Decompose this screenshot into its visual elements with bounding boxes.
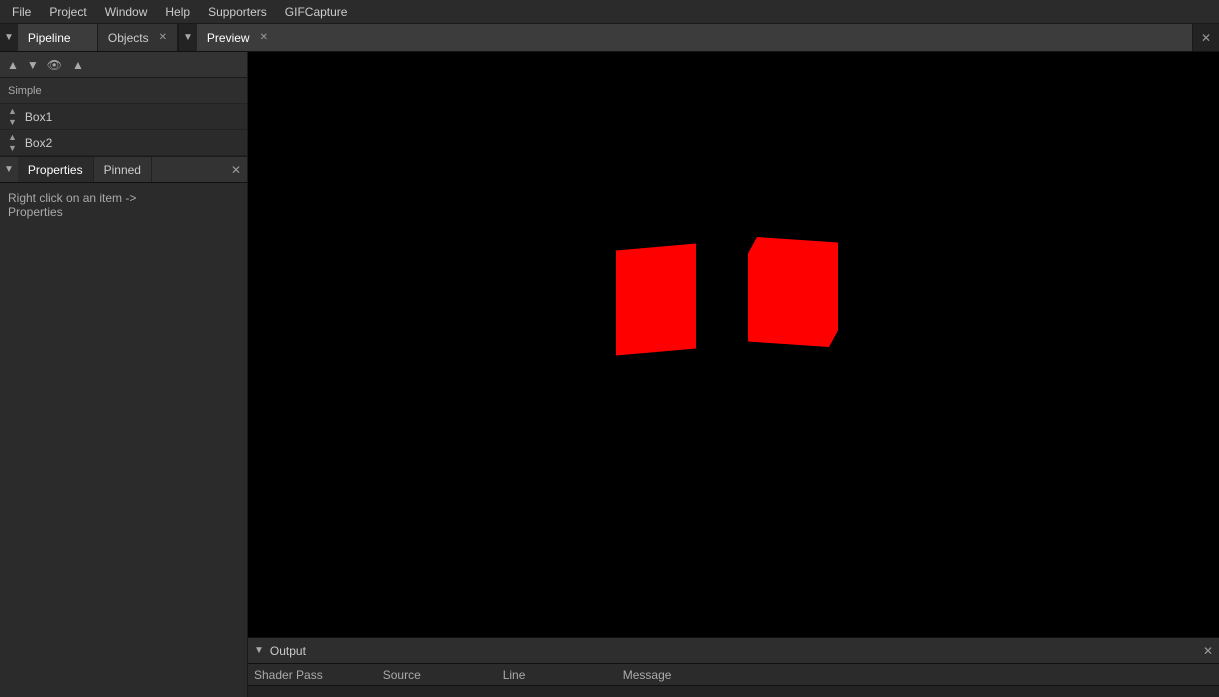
main-layout: ▲ ▼ 👁 ▲ Simple ▲ ▼ Box1 ▲ ▼ bbox=[0, 52, 1219, 697]
tab-pinned-label: Pinned bbox=[104, 163, 141, 177]
tab-pinned[interactable]: Pinned bbox=[94, 157, 152, 182]
properties-panel: ▼ Properties Pinned ✕ Right click on an … bbox=[0, 157, 247, 697]
menu-window[interactable]: Window bbox=[97, 3, 156, 21]
output-panel: ▼ Output ✕ Shader Pass Source Line Messa… bbox=[248, 637, 1219, 697]
props-hint-line1: Right click on an item -> bbox=[8, 191, 239, 205]
menu-project[interactable]: Project bbox=[41, 3, 94, 21]
props-hint-line2: Properties bbox=[8, 205, 239, 219]
output-pin-icon: ▼ bbox=[254, 645, 264, 656]
obj-eye-btn[interactable]: 👁 bbox=[44, 57, 65, 73]
menubar: File Project Window Help Supporters GIFC… bbox=[0, 0, 1219, 24]
output-columns: Shader Pass Source Line Message bbox=[248, 664, 1219, 686]
tab-objects-close[interactable]: ✕ bbox=[159, 32, 167, 43]
objects-toolbar: ▲ ▼ 👁 ▲ bbox=[0, 52, 247, 78]
props-content: Right click on an item -> Properties bbox=[0, 183, 247, 697]
preview-tab-pin: ▼ bbox=[179, 24, 197, 51]
output-header: ▼ Output ✕ bbox=[248, 638, 1219, 664]
obj-box1-label: Box1 bbox=[25, 110, 52, 124]
menu-supporters[interactable]: Supporters bbox=[200, 3, 275, 21]
output-close-btn[interactable]: ✕ bbox=[1203, 644, 1213, 658]
output-title: Output bbox=[270, 644, 306, 658]
box2-up-arrow[interactable]: ▲ bbox=[8, 132, 17, 143]
3d-box1 bbox=[616, 244, 696, 356]
props-close-btn[interactable]: ✕ bbox=[225, 157, 247, 182]
tab-objects-label: Objects bbox=[108, 31, 149, 45]
obj-box2-label: Box2 bbox=[25, 136, 52, 150]
tab-pipeline-label: Pipeline bbox=[28, 31, 71, 45]
props-tabbar: ▼ Properties Pinned ✕ bbox=[0, 157, 247, 183]
obj-down-btn[interactable]: ▼ bbox=[24, 57, 42, 73]
right-content: ▼ Output ✕ Shader Pass Source Line Messa… bbox=[248, 52, 1219, 697]
objects-group-label: Simple bbox=[8, 85, 42, 97]
tab-preview-close-btn[interactable]: ✕ bbox=[260, 32, 268, 43]
output-col-source: Source bbox=[383, 668, 443, 682]
tab-objects[interactable]: Objects ✕ bbox=[98, 24, 178, 51]
obj-pin-btn[interactable]: ▲ bbox=[69, 57, 87, 73]
menu-help[interactable]: Help bbox=[157, 3, 198, 21]
window-close-button[interactable]: ✕ bbox=[1193, 24, 1219, 51]
top-tabbar: ▼ Pipeline Objects ✕ ▼ Preview ✕ ✕ bbox=[0, 24, 1219, 52]
obj-item-box2[interactable]: ▲ ▼ Box2 bbox=[0, 130, 247, 156]
box1-arrows: ▲ ▼ bbox=[8, 106, 17, 128]
output-col-shaderpass: Shader Pass bbox=[254, 668, 323, 682]
tab-preview[interactable]: Preview ✕ bbox=[197, 24, 1193, 51]
objects-group-simple: Simple bbox=[0, 78, 247, 104]
output-col-line: Line bbox=[503, 668, 563, 682]
tab-properties-label: Properties bbox=[28, 163, 83, 177]
output-col-message: Message bbox=[623, 668, 683, 682]
tab-pipeline[interactable]: Pipeline bbox=[18, 24, 98, 51]
box2-down-arrow[interactable]: ▼ bbox=[8, 143, 17, 154]
tab-preview-label: Preview bbox=[207, 31, 250, 45]
left-panel: ▲ ▼ 👁 ▲ Simple ▲ ▼ Box1 ▲ ▼ bbox=[0, 52, 248, 697]
preview-area bbox=[248, 52, 1219, 637]
box2-arrows: ▲ ▼ bbox=[8, 132, 17, 154]
pipeline-tab-pin: ▼ bbox=[0, 24, 18, 51]
menu-gifcapture[interactable]: GIFCapture bbox=[277, 3, 356, 21]
3d-box2 bbox=[748, 237, 838, 347]
props-pin: ▼ bbox=[0, 157, 18, 182]
tab-properties[interactable]: Properties bbox=[18, 157, 94, 182]
menu-file[interactable]: File bbox=[4, 3, 39, 21]
obj-up-btn[interactable]: ▲ bbox=[4, 57, 22, 73]
box1-down-arrow[interactable]: ▼ bbox=[8, 117, 17, 128]
box1-up-arrow[interactable]: ▲ bbox=[8, 106, 17, 117]
obj-item-box1[interactable]: ▲ ▼ Box1 bbox=[0, 104, 247, 130]
objects-panel: ▲ ▼ 👁 ▲ Simple ▲ ▼ Box1 ▲ ▼ bbox=[0, 52, 247, 157]
